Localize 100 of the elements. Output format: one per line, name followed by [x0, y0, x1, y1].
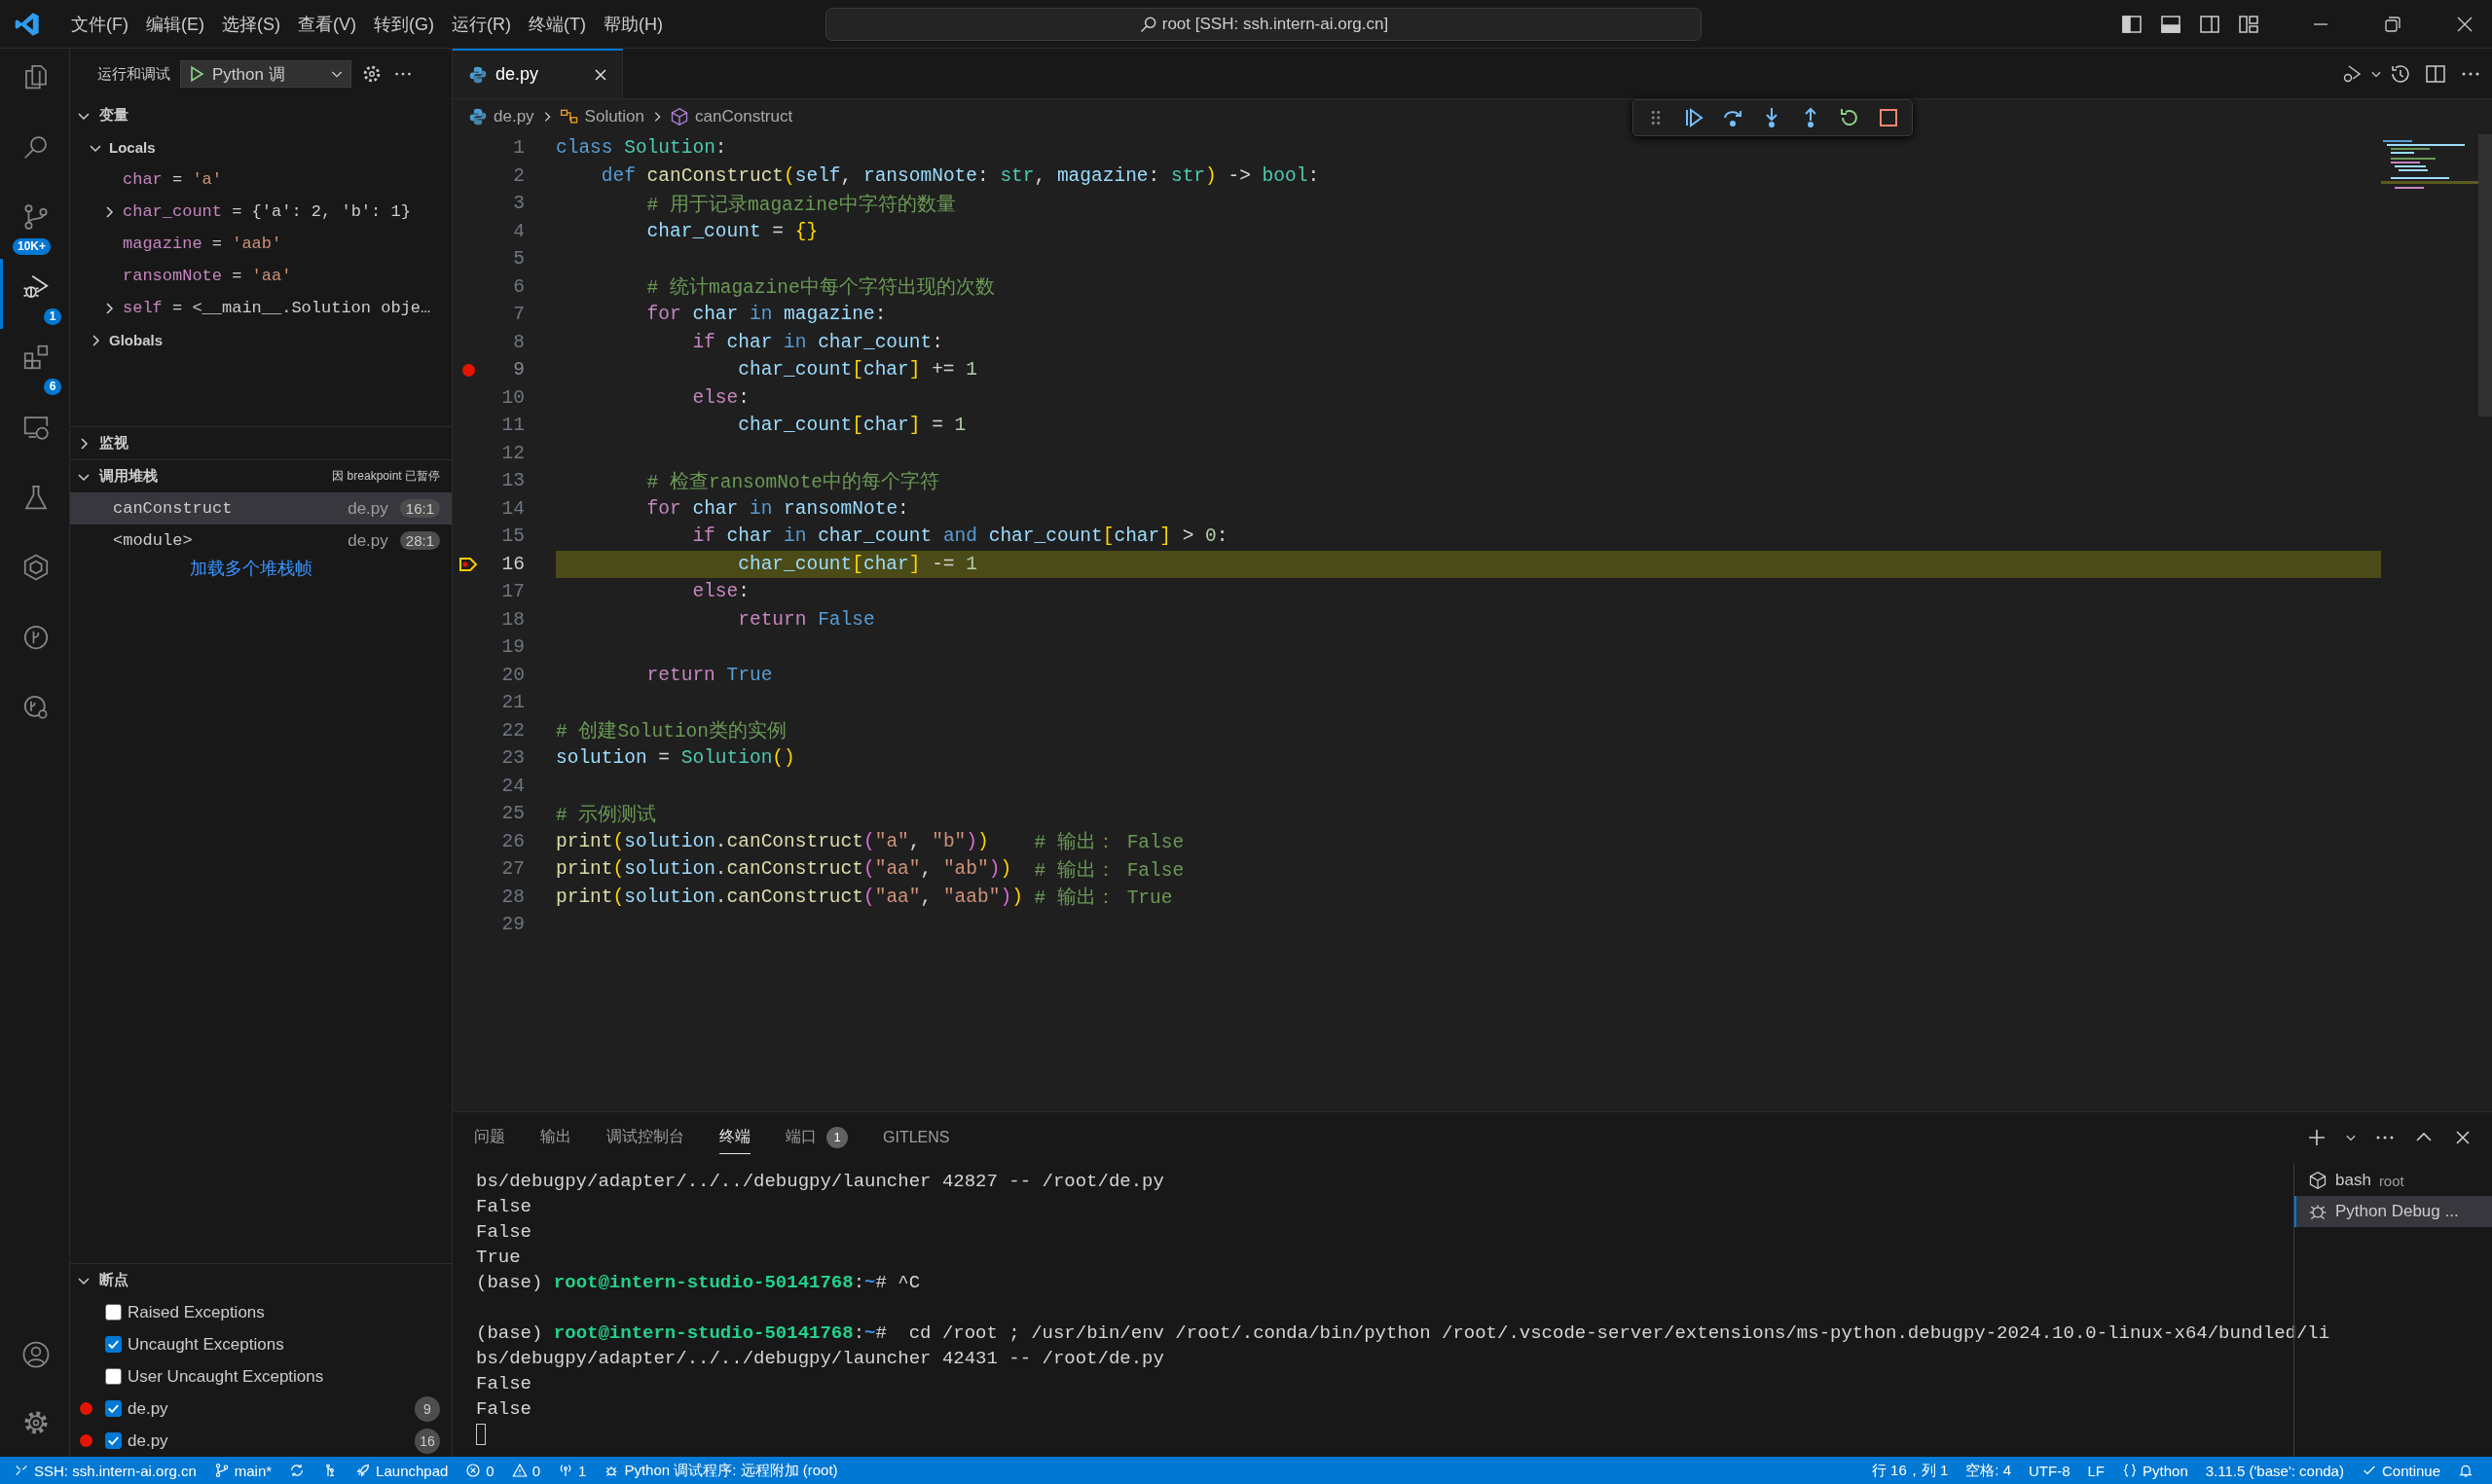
variable-entry[interactable]: self = <__main__.Solution obje… — [123, 299, 431, 317]
line-number: 3 — [512, 193, 525, 215]
code-line: # 示例测试 — [556, 803, 658, 828]
menu-item[interactable]: 转到(G) — [365, 12, 443, 36]
panel-tab[interactable]: 端口 1 — [786, 1120, 848, 1155]
status-item[interactable]: LF — [2078, 1457, 2114, 1484]
variable-entry[interactable]: ransomNote = 'aa' — [123, 267, 292, 285]
line-number: 21 — [500, 692, 525, 714]
scope-label[interactable]: Locals — [109, 139, 156, 156]
line-number: 7 — [512, 304, 525, 326]
variable-entry[interactable]: char_count = {'a': 2, 'b': 1} — [123, 202, 411, 221]
method-icon — [670, 107, 690, 127]
stack-frame[interactable]: canConstruct de.py 16:1 — [70, 492, 452, 525]
account-icon[interactable] — [21, 1340, 51, 1369]
stop-icon[interactable] — [1877, 106, 1900, 129]
code-line: solution = Solution() — [556, 746, 796, 772]
load-more-link[interactable]: 加载多个堆栈帧 — [190, 557, 312, 580]
checkbox[interactable] — [105, 1368, 122, 1385]
terminal-list-item[interactable]: bash root — [2294, 1165, 2492, 1196]
status-item[interactable]: Python — [2113, 1457, 2197, 1484]
panel-tab[interactable]: 问题 — [474, 1121, 505, 1154]
status-item[interactable]: 0 — [457, 1457, 503, 1484]
line-number: 15 — [500, 525, 525, 548]
scope-label[interactable]: Globals — [109, 332, 163, 348]
menu-item[interactable]: 运行(R) — [443, 12, 520, 36]
status-item[interactable]: Python 调试程序: 远程附加 (root) — [595, 1457, 847, 1484]
breadcrumb-item[interactable]: canConstruct — [695, 107, 793, 127]
breadcrumb-item[interactable]: Solution — [584, 107, 645, 127]
activity-item[interactable]: 10K+ — [0, 189, 69, 259]
section-title[interactable]: 断点 — [99, 1271, 128, 1289]
status-item[interactable]: 行 16，列 1 — [1862, 1457, 1958, 1484]
menu-item[interactable]: 文件(F) — [62, 12, 137, 36]
terminal-list-item[interactable]: Python Debug ... — [2294, 1196, 2492, 1227]
variable-entry[interactable]: char = 'a' — [123, 170, 222, 189]
section-title[interactable]: 调用堆栈 — [99, 467, 158, 486]
code-line: return False — [737, 607, 876, 633]
menu-item[interactable]: 终端(T) — [520, 12, 595, 36]
breakpoint-label[interactable]: Raised Exceptions — [128, 1302, 440, 1322]
status-item[interactable]: 0 — [502, 1457, 550, 1484]
panel-tab[interactable]: GITLENS — [883, 1122, 950, 1153]
status-item[interactable]: 3.11.5 ('base': conda) — [2196, 1457, 2353, 1484]
panel-tab[interactable]: 输出 — [540, 1121, 571, 1154]
activity-item[interactable]: 6 — [0, 329, 69, 399]
line-number: 10 — [500, 386, 525, 409]
status-item[interactable]: 空格: 4 — [1957, 1457, 2020, 1484]
code-line: # 创建Solution类的实例 — [556, 719, 788, 744]
section-title[interactable]: 变量 — [99, 106, 128, 125]
line-number: 25 — [500, 803, 525, 825]
checkbox[interactable] — [105, 1432, 122, 1449]
status-item[interactable]: UTF-8 — [2020, 1457, 2079, 1484]
panel-tab[interactable]: 终端 — [719, 1121, 751, 1154]
checkbox[interactable] — [105, 1304, 122, 1321]
command-center[interactable]: root [SSH: ssh.intern-ai.org.cn] — [825, 7, 1702, 41]
status-item[interactable]: main* — [204, 1457, 281, 1484]
debug-icon — [2308, 1202, 2327, 1221]
breakpoint-label[interactable]: User Uncaught Exceptions — [128, 1366, 440, 1387]
breakpoint-label[interactable]: de.py — [128, 1398, 415, 1419]
panel-tab[interactable]: 调试控制台 — [606, 1121, 684, 1154]
menu-item[interactable]: 帮助(H) — [594, 12, 672, 36]
rocket-icon — [355, 1463, 372, 1478]
stack-frame[interactable]: <module> de.py 28:1 — [70, 525, 452, 557]
menu-item[interactable]: 编辑(E) — [137, 12, 213, 36]
line-number: 24 — [500, 775, 525, 797]
section-title[interactable]: 监视 — [99, 434, 128, 452]
status-item[interactable]: 1 — [549, 1457, 596, 1484]
terminal-line: bs/debugpy/adapter/../../debugpy/launcher 42827 -- /root/de.py — [476, 1170, 1164, 1194]
status-item[interactable]: Launchpad — [347, 1457, 458, 1484]
line-number: 13 — [500, 470, 525, 492]
checkbox[interactable] — [105, 1400, 122, 1417]
settings-icon[interactable] — [21, 1408, 51, 1437]
notification-count: 10K+ — [13, 238, 52, 255]
checkbox[interactable] — [105, 1336, 122, 1353]
code-line: print(solution.canConstruct("a", "b")) # 输出： False — [556, 829, 1186, 855]
code-line: class Solution: — [556, 136, 728, 162]
breakpoint-dot[interactable] — [461, 363, 475, 377]
branch-circle-icon[interactable] — [21, 623, 51, 652]
scrollbar-thumb[interactable] — [2478, 134, 2492, 416]
code-line: char_count[char] += 1 — [737, 358, 978, 383]
code-line: else: — [691, 580, 751, 605]
bell-icon — [2458, 1463, 2474, 1478]
status-item[interactable]: Continue — [2352, 1457, 2449, 1484]
code-line: char_count = {} — [645, 219, 820, 244]
breakpoint-label[interactable]: Uncaught Exceptions — [128, 1334, 440, 1355]
extensions-icon[interactable] — [21, 343, 51, 372]
line-number: 17 — [500, 581, 525, 603]
sync-icon — [289, 1463, 306, 1478]
breadcrumb-item[interactable]: de.py — [494, 107, 534, 127]
status-item[interactable]: SSH: ssh.intern-ai.org.cn — [0, 1457, 205, 1484]
menu-item[interactable]: 查看(V) — [289, 12, 365, 36]
python-file-icon — [468, 64, 488, 85]
paused-status: 因 breakpoint 已暂停 — [332, 468, 440, 485]
python-file-icon — [468, 107, 488, 127]
settings-icon[interactable] — [361, 63, 383, 85]
hexagon-icon[interactable] — [21, 553, 51, 582]
breakpoint-label[interactable]: de.py — [128, 1430, 415, 1451]
code-line: # 检查ransomNote中的每个字符 — [645, 470, 941, 495]
menu-item[interactable]: 选择(S) — [213, 12, 289, 36]
debug-config-dropdown[interactable]: Python 调 — [180, 60, 351, 88]
variable-entry[interactable]: magazine = 'aab' — [123, 235, 282, 253]
editor-tab[interactable]: de.py — [453, 49, 623, 98]
